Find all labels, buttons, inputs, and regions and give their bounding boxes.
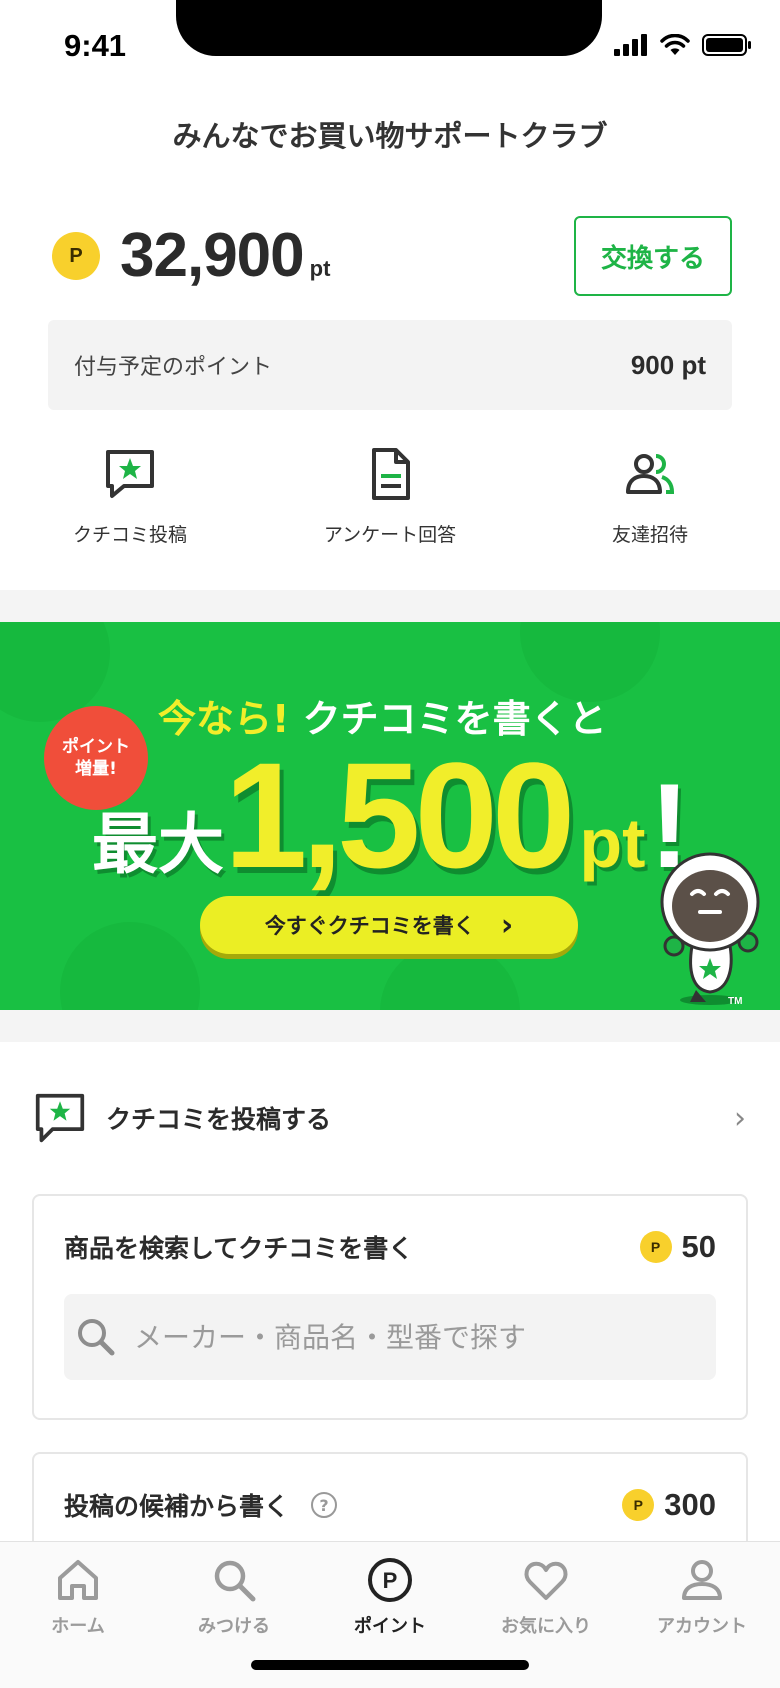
action-review-post[interactable]: クチコミ投稿 — [0, 446, 260, 547]
post-review-section-header[interactable]: クチコミを投稿する › — [34, 1088, 746, 1148]
pending-points-row[interactable]: 付与予定のポイント 900 pt — [48, 320, 732, 410]
review-chat-star-icon — [35, 1093, 85, 1143]
page-title: みんなでお買い物サポートクラブ — [172, 119, 608, 153]
campaign-banner[interactable]: ポイント 増量! 今なら! クチコミを書くと 最大 1,500 pt ! 今すぐ… — [0, 622, 780, 1010]
trademark-mark: TM — [728, 996, 743, 1007]
cellular-signal-icon — [614, 34, 647, 56]
tab-label: お気に入り — [501, 1616, 591, 1637]
battery-icon — [702, 34, 751, 56]
earn-actions: クチコミ投稿 アンケート回答 友達招待 — [0, 446, 780, 547]
banner-max-label: 最大 — [92, 806, 224, 883]
card-title: 商品を検索してクチコミを書く — [64, 1234, 414, 1263]
status-icons — [614, 34, 752, 56]
search-icon — [78, 1319, 115, 1356]
card-points: P 50 — [639, 1229, 716, 1265]
invite-friends-icon — [626, 454, 675, 494]
card-title: 投稿の候補から書く ? — [64, 1487, 338, 1523]
chevron-right-icon: › — [734, 1100, 746, 1136]
point-icon: P — [368, 1558, 412, 1602]
action-label: 友達招待 — [611, 524, 688, 546]
banner-amount-value: 1,500 — [224, 731, 575, 899]
pending-points-value: 900 pt — [630, 349, 706, 380]
card-header: 投稿の候補から書く ? P 300 — [34, 1454, 746, 1554]
tab-account[interactable]: アカウント — [624, 1542, 780, 1688]
product-search-input[interactable] — [134, 1320, 654, 1354]
mascot-illustration — [660, 852, 760, 1005]
point-balance: 32,900 pt — [120, 220, 330, 291]
tab-label: ホーム — [51, 1616, 105, 1637]
card-points-value: 300 — [664, 1487, 716, 1522]
product-search-box[interactable] — [64, 1294, 716, 1380]
point-coin-icon: P — [622, 1489, 655, 1521]
search-icon — [214, 1560, 256, 1602]
write-review-now-label: 今すぐクチコミを書く — [264, 914, 475, 938]
card-title-text: 投稿の候補から書く — [64, 1492, 290, 1521]
point-balance-value: 32,900 — [120, 221, 305, 290]
status-time: 9:41 — [64, 28, 127, 63]
chevron-right-icon: › — [500, 907, 514, 943]
point-coin-icon: P — [639, 1231, 672, 1263]
wifi-icon — [660, 34, 690, 55]
point-balance-unit: pt — [309, 256, 331, 281]
pending-points-label: 付与予定のポイント — [74, 355, 273, 380]
action-invite[interactable]: 友達招待 — [520, 446, 780, 547]
notch — [176, 0, 602, 56]
banner-decoration — [60, 922, 200, 1010]
action-label: アンケート回答 — [323, 524, 457, 546]
account-icon — [682, 1560, 722, 1600]
write-review-now-button[interactable]: 今すぐクチコミを書く › — [200, 896, 578, 954]
tab-label: ポイント — [354, 1616, 426, 1637]
action-survey[interactable]: アンケート回答 — [260, 446, 520, 547]
banner-amount-unit: pt — [579, 804, 646, 882]
action-label: クチコミ投稿 — [72, 524, 187, 546]
point-coin-icon: P — [52, 232, 100, 280]
card-points: P 300 — [622, 1487, 716, 1523]
tab-label: みつける — [198, 1616, 270, 1637]
heart-icon — [524, 1561, 568, 1600]
help-icon[interactable]: ? — [311, 1492, 338, 1518]
card-points-value: 50 — [681, 1229, 716, 1264]
search-review-card: 商品を検索してクチコミを書く P 50 — [32, 1194, 748, 1420]
card-header: 商品を検索してクチコミを書く P 50 — [34, 1196, 746, 1288]
status-bar: 9:41 — [0, 0, 780, 90]
tab-label: アカウント — [657, 1616, 747, 1637]
section-title: クチコミを投稿する — [106, 1105, 332, 1134]
survey-document-icon — [372, 448, 410, 500]
section-divider — [0, 590, 780, 622]
section-divider — [0, 1010, 780, 1042]
svg-text:P: P — [383, 1568, 398, 1593]
tab-home[interactable]: ホーム — [0, 1542, 156, 1688]
banner-amount: 最大 1,500 pt ! — [92, 740, 689, 890]
home-indicator — [251, 1660, 529, 1670]
home-icon — [58, 1560, 98, 1600]
exchange-button[interactable]: 交換する — [574, 216, 732, 296]
review-chat-star-icon — [106, 450, 154, 498]
